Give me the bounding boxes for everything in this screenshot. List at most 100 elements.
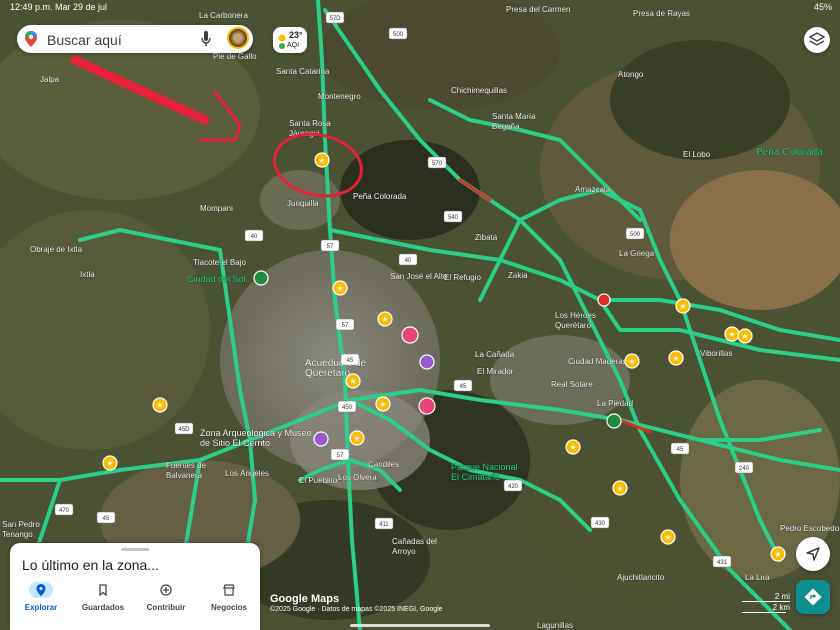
star-glyph-icon: ★ [318, 156, 325, 165]
scale-km: 2 km [772, 603, 790, 612]
temperature: 23° [289, 30, 303, 40]
avatar[interactable] [227, 27, 249, 49]
place-label[interactable]: La Lira [745, 573, 770, 582]
star-glyph-icon: ★ [156, 401, 163, 410]
heart-marker-icon[interactable] [401, 326, 419, 344]
route-shield: 45 [96, 511, 116, 524]
park-marker-icon[interactable] [253, 270, 269, 286]
nav-guardados[interactable]: Guardados [73, 581, 133, 619]
route-shield: 420 [503, 479, 523, 492]
place-label[interactable]: Los Héroes Querétaro [555, 311, 596, 330]
place-label[interactable]: Peña Colorada [353, 192, 407, 201]
star-glyph-icon: ★ [679, 302, 686, 311]
star-glyph-icon: ★ [628, 357, 635, 366]
directions-button[interactable] [796, 580, 830, 614]
place-label[interactable]: La Piedad [597, 399, 633, 408]
svg-text:240: 240 [739, 466, 750, 472]
nav-explorar[interactable]: Explorar [11, 581, 71, 619]
place-label[interactable]: El Refugio [444, 273, 482, 282]
satellite-map[interactable]: La CarboneraPresa del Carmen Presa de Ray… [0, 0, 840, 630]
search-bar[interactable]: Buscar aquí [17, 25, 253, 53]
route-shield: 40 [398, 253, 418, 266]
attraction-marker-icon[interactable] [419, 354, 435, 370]
place-label[interactable]: Ajuchitlancito [617, 573, 665, 582]
nav-negocios[interactable]: Negocios [199, 581, 259, 619]
place-label[interactable]: Peña Colorada [756, 147, 824, 158]
place-label[interactable]: Atongo [618, 70, 644, 79]
place-label[interactable]: Candiles [368, 460, 400, 469]
place-label[interactable]: Pie de Gallo [213, 52, 258, 61]
nav-label: Contribuir [146, 603, 186, 612]
park-marker-icon[interactable] [606, 413, 622, 429]
place-label[interactable]: Chichimequillas [451, 86, 507, 95]
star-glyph-icon: ★ [664, 533, 671, 542]
place-label[interactable]: Montenegro [318, 92, 362, 101]
search-input[interactable]: Buscar aquí [47, 32, 122, 48]
place-label[interactable]: Zakia [508, 271, 529, 280]
route-shield: 57 [335, 318, 355, 331]
star-glyph-icon: ★ [728, 330, 735, 339]
status-date: Mar 29 de jul [55, 2, 108, 12]
place-label[interactable]: Zibatá [475, 233, 498, 242]
svg-text:45D: 45D [178, 427, 190, 433]
route-shield: 540 [443, 210, 463, 223]
place-label[interactable]: Viborillas [700, 349, 733, 358]
status-time: 12:49 p.m. [10, 2, 53, 12]
nav-contribuir[interactable]: Contribuir [136, 581, 196, 619]
svg-text:45: 45 [347, 358, 354, 364]
star-glyph-icon: ★ [381, 315, 388, 324]
svg-text:40: 40 [251, 234, 258, 240]
place-label[interactable]: Tlacote el Bajo [193, 258, 247, 267]
place-label[interactable]: Ciudad del Sol [187, 274, 246, 284]
place-label[interactable]: La Cañada [475, 350, 515, 359]
place-label[interactable]: Juriquilla [287, 199, 320, 208]
nav-label: Negocios [210, 603, 247, 612]
place-label[interactable]: El Lobo [683, 150, 711, 159]
place-label[interactable]: Fuentes de Balvanera [166, 461, 207, 480]
microphone-icon[interactable] [201, 31, 211, 52]
google-maps-logo: Google Maps [270, 593, 340, 605]
place-label[interactable]: Jalpa [40, 75, 60, 84]
scale-line-km [742, 612, 786, 613]
place-label[interactable]: El Pueblito [299, 476, 338, 485]
heart-marker-icon[interactable] [418, 397, 436, 415]
star-glyph-icon: ★ [379, 400, 386, 409]
location-pin-icon [29, 582, 53, 598]
place-label[interactable]: Real Solare [551, 380, 594, 389]
bottom-nav: Explorar Guardados Contribuir Negocios [10, 581, 260, 619]
route-shield: 40 [244, 229, 264, 242]
place-label[interactable]: Ixtla [80, 270, 96, 279]
svg-text:45: 45 [460, 384, 467, 390]
place-label[interactable]: Mompani [200, 204, 234, 213]
svg-text:57: 57 [337, 453, 344, 459]
my-location-button[interactable] [796, 537, 830, 571]
place-label[interactable]: Pedro Escobedo [780, 524, 840, 533]
place-label[interactable]: Amazcala [575, 185, 611, 194]
place-label[interactable]: San José el Alto [390, 272, 448, 281]
attraction-marker-icon[interactable] [313, 431, 329, 447]
nav-label: Guardados [81, 603, 125, 612]
place-label[interactable]: El Mirador [477, 367, 514, 376]
svg-text:411: 411 [379, 522, 389, 528]
bookmark-icon [91, 582, 115, 598]
route-shield: 45 [453, 379, 473, 392]
star-glyph-icon: ★ [774, 550, 781, 559]
bottom-sheet[interactable]: Lo último en la zona... Explorar Guardad… [10, 543, 260, 630]
place-label[interactable]: Ciudad Maderas [568, 357, 627, 366]
place-label[interactable]: Santa Catarina [276, 67, 330, 76]
place-label[interactable]: Los Ángeles [225, 469, 269, 478]
star-glyph-icon: ★ [569, 443, 576, 452]
layers-button[interactable] [804, 27, 830, 53]
sheet-title[interactable]: Lo último en la zona... [22, 557, 159, 573]
place-label[interactable]: La Griega [619, 249, 655, 258]
weather-chip[interactable]: 23° AQI [273, 27, 307, 53]
svg-text:540: 540 [448, 215, 459, 221]
place-label[interactable]: Los Olvera [338, 473, 378, 482]
sheet-drag-handle[interactable] [121, 548, 149, 551]
road-closure-icon[interactable] [597, 293, 611, 307]
scale-miles: 2 mi [774, 592, 790, 601]
place-label[interactable]: Lagunillas [537, 621, 573, 630]
place-label[interactable]: Obraje de Ixtla [30, 245, 83, 254]
route-shield: 430 [590, 516, 610, 529]
navigation-arrow-icon [806, 547, 820, 561]
